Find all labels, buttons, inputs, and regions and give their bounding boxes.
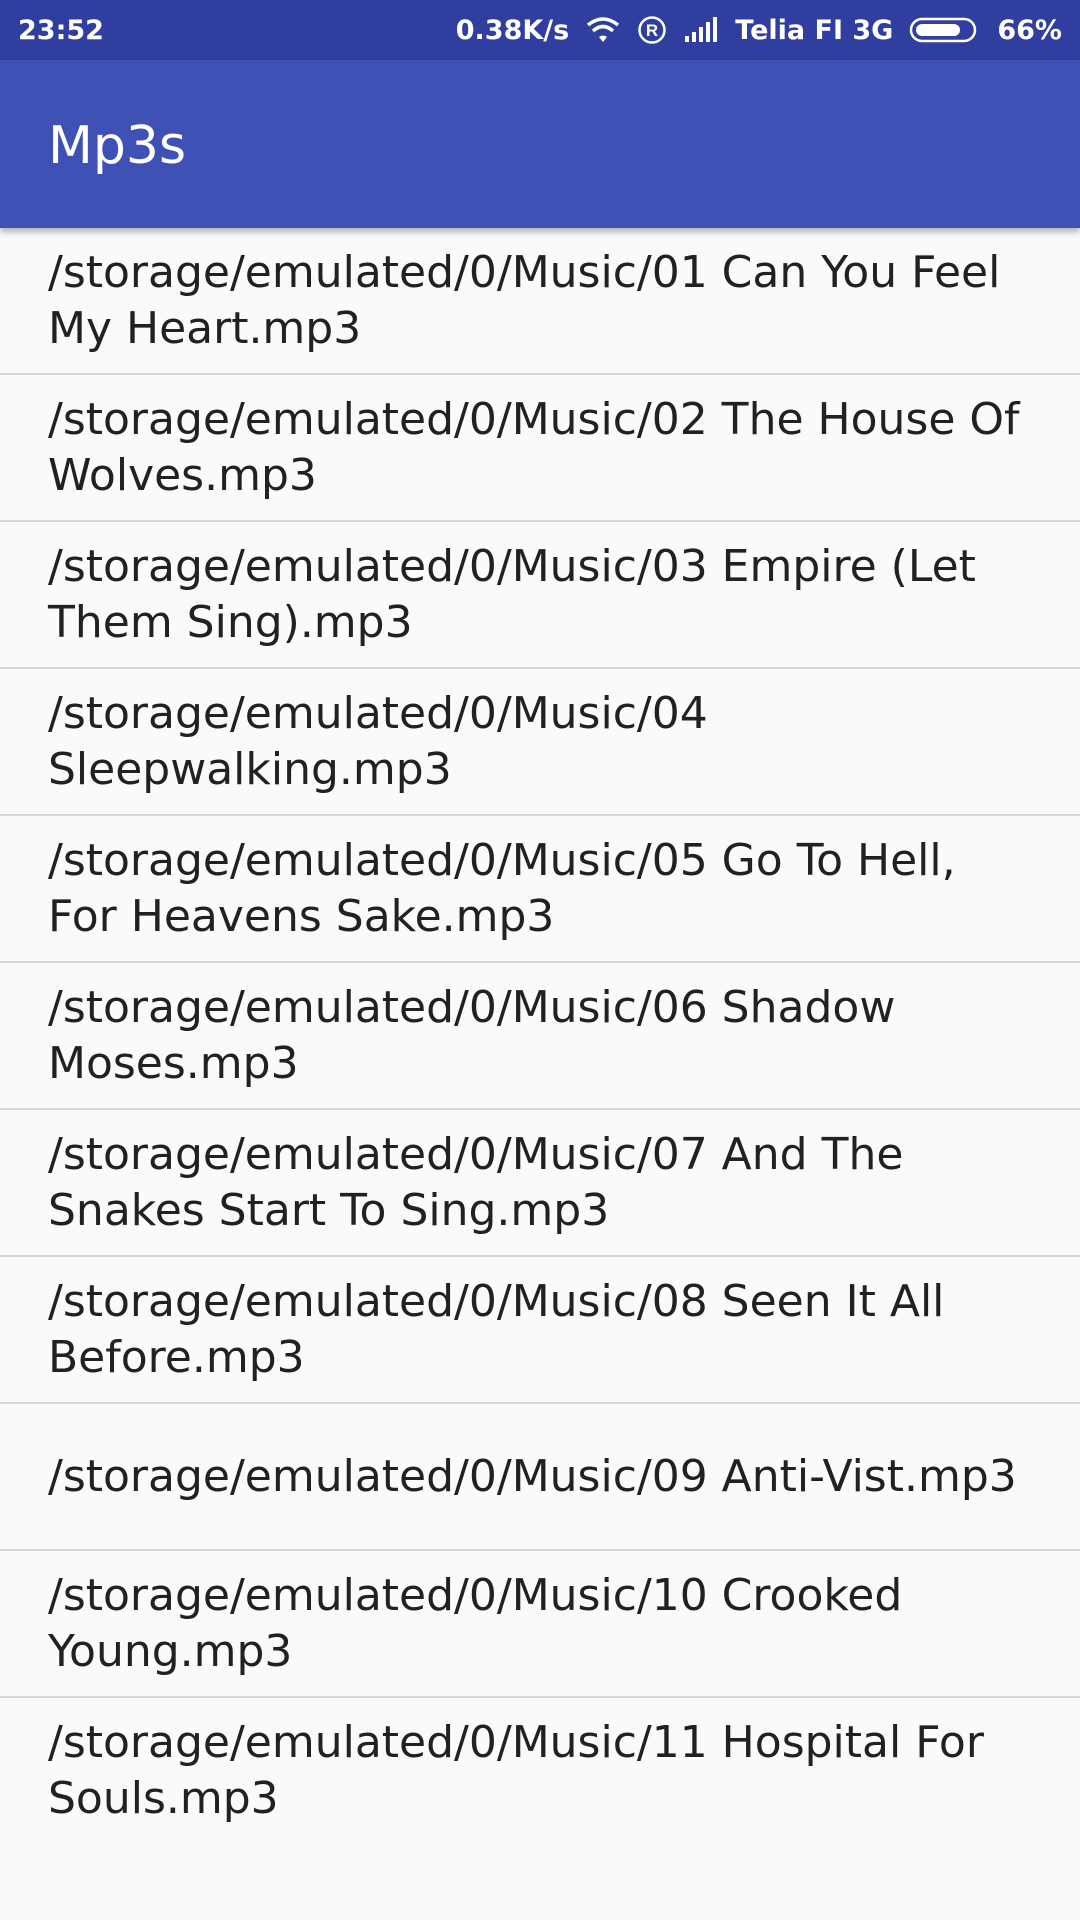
svg-text:R: R <box>646 21 658 40</box>
app-bar: Mp3s <box>0 60 1080 228</box>
list-item[interactable]: /storage/emulated/0/Music/02 The House O… <box>0 375 1080 522</box>
list-item[interactable]: /storage/emulated/0/Music/03 Empire (Let… <box>0 522 1080 669</box>
list-item-label: /storage/emulated/0/Music/09 Anti-Vist.m… <box>48 1450 1017 1502</box>
wifi-icon <box>585 16 621 44</box>
list-item-label: /storage/emulated/0/Music/02 The House O… <box>48 393 1020 501</box>
signal-icon <box>683 16 719 44</box>
network-speed: 0.38K/s <box>455 14 570 46</box>
file-list: /storage/emulated/0/Music/01 Can You Fee… <box>0 228 1080 1843</box>
list-item[interactable]: /storage/emulated/0/Music/09 Anti-Vist.m… <box>0 1404 1080 1551</box>
battery-percent: 66% <box>997 14 1062 46</box>
list-item[interactable]: /storage/emulated/0/Music/11 Hospital Fo… <box>0 1698 1080 1843</box>
page-title: Mp3s <box>48 116 187 176</box>
list-item-label: /storage/emulated/0/Music/03 Empire (Let… <box>48 540 976 648</box>
list-item-label: /storage/emulated/0/Music/10 Crooked You… <box>48 1569 903 1677</box>
battery-icon <box>909 16 981 44</box>
status-indicators: 0.38K/s R Telia FI 3G 66% <box>456 15 1062 46</box>
roaming-icon: R <box>637 15 667 45</box>
list-item[interactable]: /storage/emulated/0/Music/01 Can You Fee… <box>0 228 1080 375</box>
list-item[interactable]: /storage/emulated/0/Music/04 Sleepwalkin… <box>0 669 1080 816</box>
list-item[interactable]: /storage/emulated/0/Music/08 Seen It All… <box>0 1257 1080 1404</box>
list-item[interactable]: /storage/emulated/0/Music/10 Crooked You… <box>0 1551 1080 1698</box>
carrier-name: Telia FI 3G <box>735 14 894 46</box>
list-item[interactable]: /storage/emulated/0/Music/05 Go To Hell,… <box>0 816 1080 963</box>
list-item-label: /storage/emulated/0/Music/06 Shadow Mose… <box>48 981 896 1089</box>
list-item-label: /storage/emulated/0/Music/08 Seen It All… <box>48 1275 945 1383</box>
list-item-label: /storage/emulated/0/Music/05 Go To Hell,… <box>48 834 956 942</box>
list-item-label: /storage/emulated/0/Music/04 Sleepwalkin… <box>48 687 708 795</box>
list-item[interactable]: /storage/emulated/0/Music/06 Shadow Mose… <box>0 963 1080 1110</box>
list-item-label: /storage/emulated/0/Music/11 Hospital Fo… <box>48 1716 984 1824</box>
status-bar: 23:52 0.38K/s R Telia FI 3G 66% <box>0 0 1080 60</box>
list-item-label: /storage/emulated/0/Music/07 And The Sna… <box>48 1128 904 1236</box>
list-item-label: /storage/emulated/0/Music/01 Can You Fee… <box>48 246 1001 354</box>
status-time: 23:52 <box>18 14 104 46</box>
list-item[interactable]: /storage/emulated/0/Music/07 And The Sna… <box>0 1110 1080 1257</box>
